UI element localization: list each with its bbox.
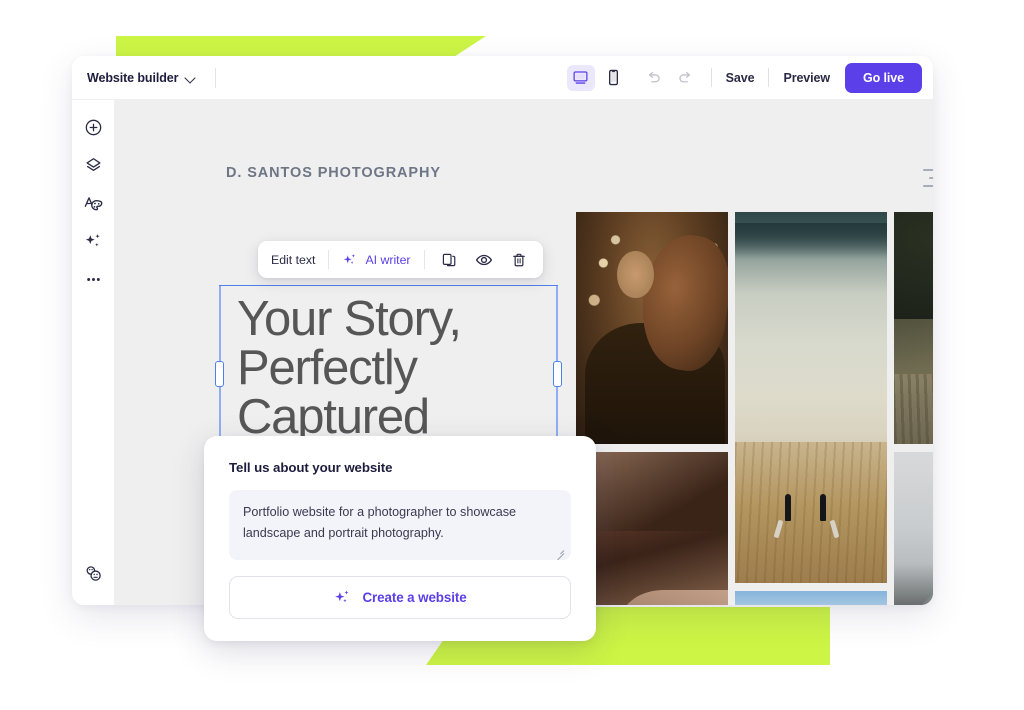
mobile-view-icon[interactable] — [600, 65, 628, 91]
create-website-label: Create a website — [362, 590, 466, 605]
toolbar-divider-2 — [711, 68, 712, 87]
sparkle-icon — [342, 252, 358, 268]
redo-icon[interactable] — [673, 65, 699, 91]
create-website-button[interactable]: Create a website — [229, 576, 571, 619]
toolbar-right-group: Save Preview Go live — [567, 63, 933, 93]
ai-writer-button[interactable]: AI writer — [342, 252, 410, 268]
edit-toolbar-divider-1 — [328, 250, 329, 269]
undo-icon[interactable] — [641, 65, 667, 91]
panel-title: Tell us about your website — [229, 460, 571, 475]
sparkle-icon — [333, 588, 352, 607]
element-edit-toolbar: Edit text AI writer — [258, 241, 543, 278]
top-toolbar: Website builder — [72, 56, 933, 100]
sidebar-item-collaborators[interactable] — [78, 558, 108, 588]
sidebar-item-add-element[interactable] — [78, 112, 108, 142]
headline-line-1: Your Story, — [237, 295, 557, 344]
go-live-button[interactable]: Go live — [845, 63, 922, 93]
prompt-textarea[interactable]: Portfolio website for a photographer to … — [229, 490, 571, 560]
edit-toolbar-divider-2 — [424, 250, 425, 269]
save-button[interactable]: Save — [724, 67, 757, 89]
ai-prompt-panel: Tell us about your website Portfolio web… — [204, 436, 596, 641]
left-sidebar — [72, 100, 115, 605]
edit-toolbar-actions — [438, 249, 530, 271]
toolbar-divider — [215, 68, 216, 88]
headline-text: Your Story, Perfectly Captured — [237, 295, 557, 442]
photo-snow-mountain[interactable] — [894, 452, 933, 605]
preview-button[interactable]: Preview — [781, 67, 832, 89]
resize-grip-icon[interactable] — [555, 546, 564, 555]
photo-portrait-bokeh[interactable] — [576, 212, 728, 444]
sidebar-item-ai-tools[interactable] — [78, 226, 108, 256]
toolbar-left-group: Website builder — [72, 68, 216, 88]
photo-beach-surfers[interactable] — [735, 212, 887, 583]
app-title-dropdown[interactable]: Website builder — [87, 71, 196, 85]
history-group — [641, 65, 699, 91]
edit-text-button[interactable]: Edit text — [271, 253, 315, 267]
eye-icon[interactable] — [473, 249, 495, 271]
headline-line-3: Captured — [237, 393, 557, 442]
headline-line-2: Perfectly — [237, 344, 557, 393]
toolbar-divider-3 — [768, 68, 769, 87]
desktop-view-icon[interactable] — [567, 65, 595, 91]
ai-writer-label: AI writer — [365, 253, 410, 267]
trash-icon[interactable] — [508, 249, 530, 271]
duplicate-icon[interactable] — [438, 249, 460, 271]
resize-handle-left[interactable] — [215, 361, 224, 387]
photo-lake-reflection[interactable] — [735, 591, 887, 605]
photo-portrait-outdoor[interactable] — [894, 212, 933, 444]
sidebar-item-more[interactable] — [78, 264, 108, 294]
app-title: Website builder — [87, 71, 178, 85]
sidebar-item-layers[interactable] — [78, 150, 108, 180]
photo-canyon[interactable] — [576, 452, 728, 605]
sidebar-item-theme[interactable] — [78, 188, 108, 218]
chevron-down-icon — [186, 73, 196, 83]
prompt-value: Portfolio website for a photographer to … — [243, 502, 557, 544]
screenshot-stage: Website builder — [0, 0, 1024, 710]
